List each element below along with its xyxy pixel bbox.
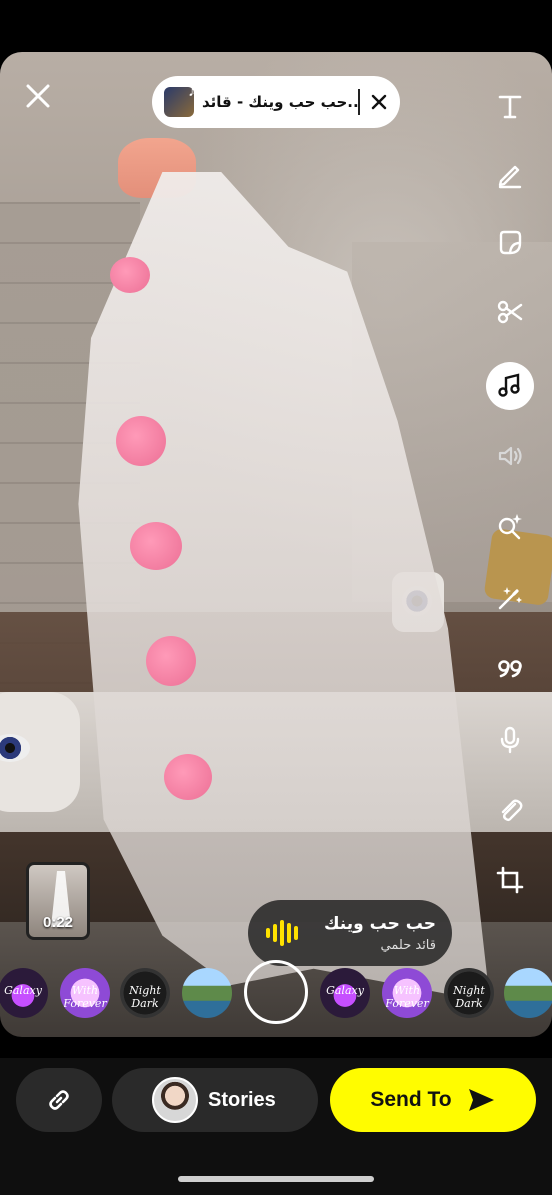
now-playing-card[interactable]: حب حب وينك قائد حلمي	[248, 900, 452, 966]
microphone-icon	[500, 726, 520, 754]
lens-item[interactable]	[504, 968, 552, 1018]
crop-icon	[496, 866, 524, 894]
close-button[interactable]	[20, 78, 56, 114]
lens-label: Galaxy	[4, 984, 42, 997]
pompom	[164, 754, 212, 800]
attach-tool-button[interactable]	[486, 786, 534, 834]
waveform-icon	[266, 918, 298, 948]
send-to-label: Send To	[370, 1088, 452, 1111]
lens-label: Galaxy	[326, 984, 364, 997]
speaker-icon	[498, 446, 522, 466]
lens-item[interactable]: Night Dark	[120, 968, 170, 1018]
send-to-button[interactable]: Send To	[330, 1068, 536, 1132]
text-tool-button[interactable]	[486, 82, 534, 130]
magic-tool-button[interactable]	[486, 574, 534, 622]
music-sticker[interactable]: حب حب وينك - قائد...	[152, 76, 400, 128]
scissors-tool-button[interactable]	[486, 288, 534, 336]
pompom	[130, 522, 182, 570]
magnifier-sparkle-icon	[498, 514, 522, 540]
divider	[358, 89, 360, 115]
quote-tool-button[interactable]	[486, 644, 534, 692]
home-indicator	[178, 1176, 374, 1182]
lens-item[interactable]: Galaxy	[320, 968, 370, 1018]
paperclip-icon	[501, 799, 523, 821]
song-title: حب حب وينك	[323, 913, 436, 934]
pompom	[110, 257, 150, 293]
lens-item[interactable]: With Forever	[60, 968, 110, 1018]
eye-pillow	[0, 692, 80, 812]
link-button[interactable]	[16, 1068, 102, 1132]
lens-item[interactable]: With Forever	[382, 968, 432, 1018]
magic-wand-icon	[498, 587, 522, 610]
lens-item[interactable]: Night Dark	[444, 968, 494, 1018]
music-tool-button[interactable]	[486, 362, 534, 410]
pencil-icon	[498, 165, 522, 189]
sticker-icon	[499, 230, 522, 255]
lens-label: Night Dark	[129, 984, 161, 1010]
clip-duration: 0:22	[42, 914, 74, 931]
avatar	[152, 1077, 198, 1123]
stories-button[interactable]: Stories	[112, 1068, 318, 1132]
pompom	[146, 636, 196, 686]
lens-label: Night Dark	[453, 984, 485, 1010]
lens-item[interactable]	[182, 968, 232, 1018]
close-icon	[26, 84, 50, 108]
lens-tool-button[interactable]	[486, 502, 534, 550]
sticker-tool-button[interactable]	[486, 218, 534, 266]
lens-label: With Forever	[63, 984, 107, 1010]
draw-tool-button[interactable]	[486, 150, 534, 198]
song-artist: قائد حلمي	[380, 937, 436, 953]
sound-tool-button[interactable]	[486, 432, 534, 480]
album-art	[164, 83, 196, 117]
music-note-icon	[498, 373, 520, 397]
quote-icon	[498, 660, 522, 678]
capture-button[interactable]	[244, 960, 308, 1024]
pompom	[116, 416, 166, 466]
clip-thumbnail[interactable]: 0:22	[26, 862, 90, 940]
link-icon	[49, 1090, 69, 1110]
lens-item[interactable]: Galaxy	[0, 968, 48, 1018]
send-arrow-icon	[468, 1089, 494, 1111]
crop-tool-button[interactable]	[486, 856, 534, 904]
close-icon[interactable]	[368, 91, 390, 113]
stories-label: Stories	[208, 1088, 276, 1111]
now-playing-text: حب حب وينك قائد حلمي	[310, 914, 452, 953]
voice-tool-button[interactable]	[486, 716, 534, 764]
scissors-icon	[497, 300, 523, 324]
text-icon	[498, 95, 522, 119]
music-sticker-title: حب حب وينك - قائد...	[202, 93, 358, 111]
lens-label: With Forever	[385, 984, 429, 1010]
